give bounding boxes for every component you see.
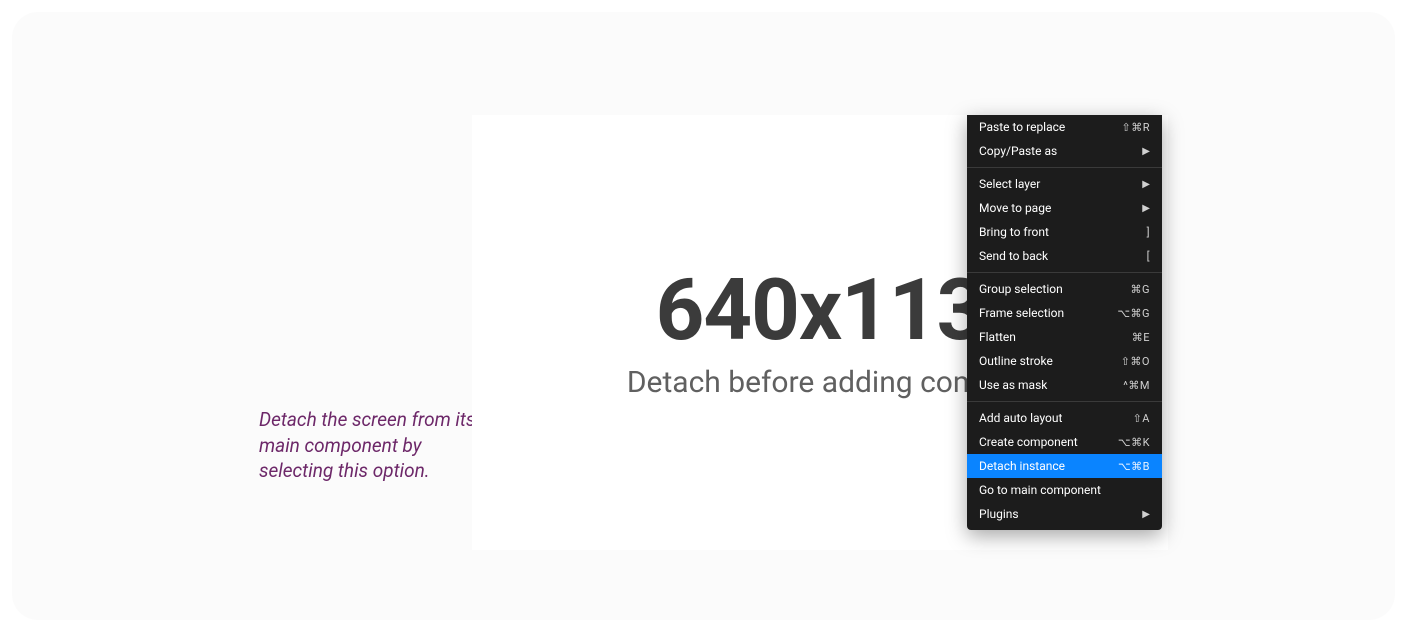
menu-separator — [967, 167, 1162, 168]
menu-item-label: Add auto layout — [979, 411, 1133, 425]
menu-item-shortcut: [ — [1147, 250, 1150, 263]
menu-item-frame-selection[interactable]: Frame selection⌥⌘G — [967, 301, 1162, 325]
menu-item-label: Go to main component — [979, 483, 1150, 497]
menu-item-shortcut: ] — [1147, 226, 1150, 239]
menu-item-go-to-main-component[interactable]: Go to main component — [967, 478, 1162, 502]
menu-item-shortcut: ⌥⌘K — [1118, 436, 1150, 449]
menu-item-bring-to-front[interactable]: Bring to front] — [967, 220, 1162, 244]
menu-item-flatten[interactable]: Flatten⌘E — [967, 325, 1162, 349]
menu-item-copy-paste-as[interactable]: Copy/Paste as▶ — [967, 139, 1162, 163]
submenu-arrow-icon: ▶ — [1142, 179, 1150, 190]
menu-item-move-to-page[interactable]: Move to page▶ — [967, 196, 1162, 220]
context-menu: Paste to replace⇧⌘RCopy/Paste as▶Select … — [967, 115, 1162, 530]
menu-separator — [967, 272, 1162, 273]
menu-item-select-layer[interactable]: Select layer▶ — [967, 172, 1162, 196]
menu-item-label: Plugins — [979, 507, 1142, 521]
menu-item-shortcut: ⇧⌘O — [1121, 355, 1150, 368]
menu-item-label: Create component — [979, 435, 1118, 449]
submenu-arrow-icon: ▶ — [1142, 509, 1150, 520]
menu-item-shortcut: ⇧A — [1133, 412, 1150, 425]
menu-item-use-as-mask[interactable]: Use as mask^⌘M — [967, 373, 1162, 397]
menu-item-shortcut: ⌥⌘B — [1118, 460, 1150, 473]
menu-item-label: Detach instance — [979, 459, 1118, 473]
annotation-text: Detach the screen from its main componen… — [259, 407, 499, 484]
menu-item-label: Use as mask — [979, 378, 1123, 392]
submenu-arrow-icon: ▶ — [1142, 203, 1150, 214]
menu-item-paste-to-replace[interactable]: Paste to replace⇧⌘R — [967, 115, 1162, 139]
menu-item-label: Group selection — [979, 282, 1131, 296]
menu-item-shortcut: ⇧⌘R — [1122, 121, 1151, 134]
menu-item-label: Select layer — [979, 177, 1142, 191]
menu-item-outline-stroke[interactable]: Outline stroke⇧⌘O — [967, 349, 1162, 373]
menu-item-shortcut: ⌘G — [1131, 283, 1151, 296]
menu-item-create-component[interactable]: Create component⌥⌘K — [967, 430, 1162, 454]
menu-item-label: Move to page — [979, 201, 1142, 215]
menu-separator — [967, 401, 1162, 402]
menu-item-add-auto-layout[interactable]: Add auto layout⇧A — [967, 406, 1162, 430]
menu-item-label: Frame selection — [979, 306, 1117, 320]
menu-item-shortcut: ⌥⌘G — [1117, 307, 1150, 320]
menu-item-label: Copy/Paste as — [979, 144, 1142, 158]
menu-item-label: Send to back — [979, 249, 1147, 263]
menu-item-detach-instance[interactable]: Detach instance⌥⌘B — [967, 454, 1162, 478]
menu-item-send-to-back[interactable]: Send to back[ — [967, 244, 1162, 268]
menu-item-label: Flatten — [979, 330, 1132, 344]
menu-item-shortcut: ^⌘M — [1123, 379, 1150, 392]
menu-item-label: Paste to replace — [979, 120, 1122, 134]
menu-item-group-selection[interactable]: Group selection⌘G — [967, 277, 1162, 301]
menu-item-label: Outline stroke — [979, 354, 1121, 368]
submenu-arrow-icon: ▶ — [1142, 146, 1150, 157]
documentation-card: Detach the screen from its main componen… — [12, 12, 1395, 620]
menu-item-label: Bring to front — [979, 225, 1147, 239]
menu-item-plugins[interactable]: Plugins▶ — [967, 502, 1162, 526]
menu-item-shortcut: ⌘E — [1132, 331, 1150, 344]
